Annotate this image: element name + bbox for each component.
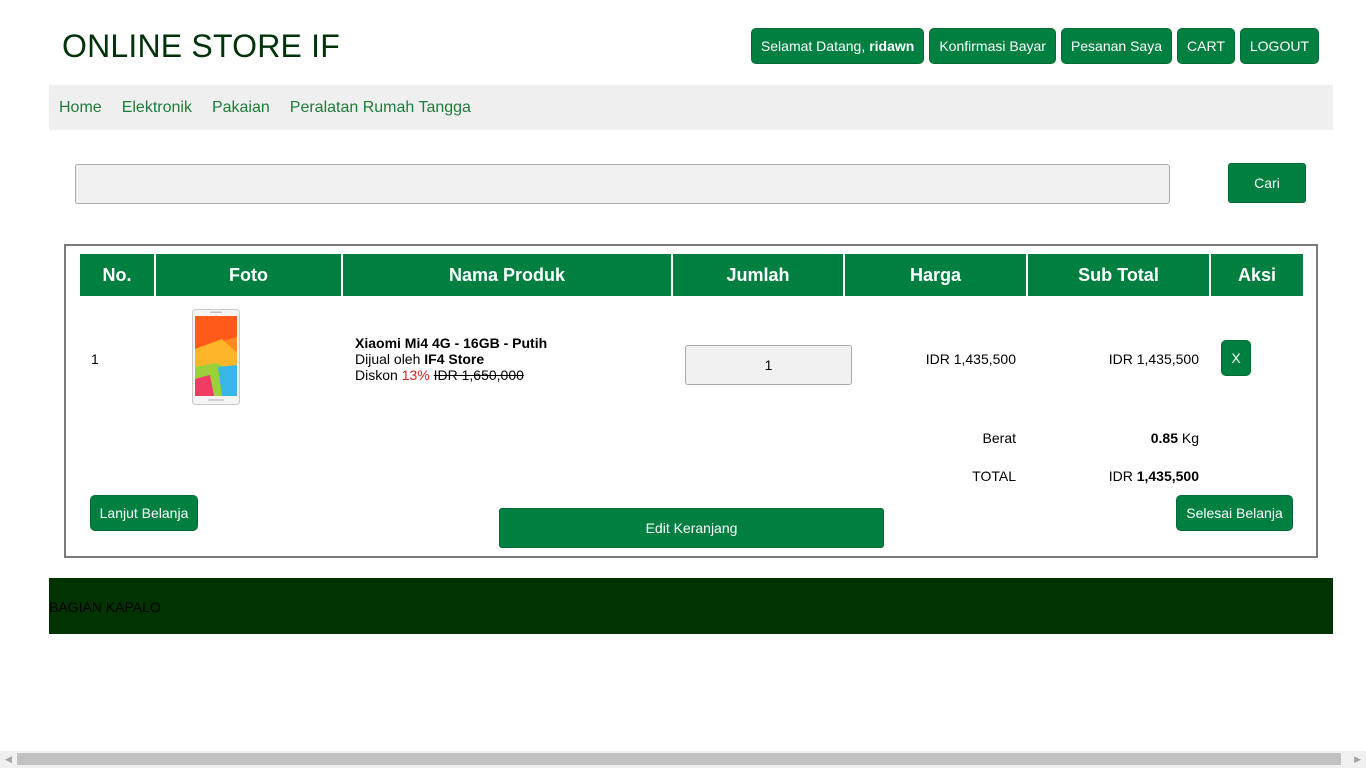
column-header-jumlah: Jumlah [673,254,843,296]
scrollbar-thumb[interactable] [17,753,1341,765]
column-header-harga: Harga [845,254,1026,296]
column-header-no: No. [80,254,154,296]
total-amount: 1,435,500 [1136,468,1199,484]
category-pakaian[interactable]: Pakaian [212,99,270,117]
username: ridawn [869,38,915,54]
site-title: ONLINE STORE IF [62,28,341,64]
weight-label: Berat [982,430,1016,446]
footer: BAGIAN KAPALO [49,578,1333,634]
cart-table: No. Foto Nama Produk Jumlah Harga Sub To… [64,244,1318,558]
search-button[interactable]: Cari [1228,163,1306,203]
row-subtotal: IDR 1,435,500 [1108,351,1199,367]
welcome-prefix: Selamat Datang, [760,38,866,54]
category-home[interactable]: Home [59,99,102,117]
product-name[interactable]: Xiaomi Mi4 4G - 16GB - Putih [355,335,547,351]
edit-cart-button[interactable]: Edit Keranjang [499,508,884,548]
product-photo[interactable] [192,309,240,405]
total-label: TOTAL [972,468,1016,484]
quantity-input[interactable] [685,345,852,385]
my-orders-button[interactable]: Pesanan Saya [1060,28,1173,64]
column-header-nama-produk: Nama Produk [343,254,671,296]
weight-unit: Kg [1181,430,1199,446]
continue-shopping-button[interactable]: Lanjut Belanja [90,495,198,531]
column-header-sub-total: Sub Total [1028,254,1209,296]
seller-name: IF4 Store [424,351,485,367]
scroll-right-icon[interactable]: ▶ [1354,754,1361,765]
logout-button[interactable]: LOGOUT [1239,28,1319,64]
welcome-button[interactable]: Selamat Datang, ridawn [750,28,925,64]
discount-percent: 13% [401,367,430,383]
column-header-aksi: Aksi [1211,254,1303,296]
confirm-payment-button[interactable]: Konfirmasi Bayar [929,28,1056,64]
category-peralatan-rumah-tangga[interactable]: Peralatan Rumah Tangga [290,99,471,117]
cart-table-header: No. Foto Nama Produk Jumlah Harga Sub To… [80,254,1303,296]
category-elektronik[interactable]: Elektronik [122,99,192,117]
total-value: IDR 1,435,500 [1109,468,1199,484]
top-nav: Selamat Datang, ridawn Konfirmasi Bayar P… [750,28,1319,64]
horizontal-scrollbar[interactable]: ◀ ▶ [0,751,1366,768]
remove-item-button[interactable]: X [1221,340,1251,376]
footer-text: BAGIAN KAPALO [49,599,161,615]
original-price: IDR 1,650,000 [433,367,524,383]
finish-shopping-button[interactable]: Selesai Belanja [1176,495,1293,531]
discount-prefix: Diskon [355,367,398,383]
seller-prefix: Dijual oleh [355,351,421,367]
seller-line: Dijual oleh IF4 Store [355,351,547,367]
scroll-left-icon[interactable]: ◀ [5,754,12,765]
total-currency: IDR [1108,468,1133,484]
discount-line: Diskon 13% IDR 1,650,000 [355,367,547,383]
product-info: Xiaomi Mi4 4G - 16GB - Putih Dijual oleh… [355,335,547,383]
weight-number: 0.85 [1150,430,1178,446]
cart-button[interactable]: CART [1177,28,1235,64]
category-nav: Home Elektronik Pakaian Peralatan Rumah … [49,85,1333,130]
weight-value: 0.85 Kg [1151,430,1199,446]
column-header-foto: Foto [156,254,341,296]
row-number: 1 [91,351,99,367]
unit-price: IDR 1,435,500 [925,351,1016,367]
search-input[interactable] [75,164,1170,204]
